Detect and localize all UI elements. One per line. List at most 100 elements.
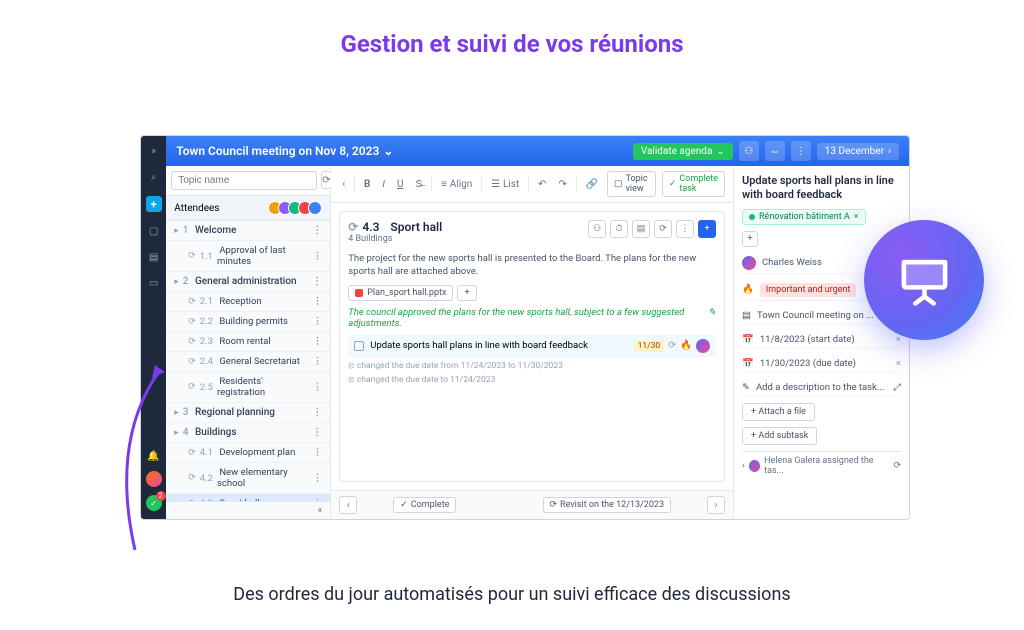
task-row[interactable]: Update sports hall plans in line with bo… (348, 335, 716, 357)
complete-button[interactable]: ✓ Complete (393, 497, 456, 513)
clock-icon: ⦻ (348, 361, 354, 371)
topic-title: ⟳ 4.3 Sport hall (348, 220, 442, 234)
prev-topic-button[interactable]: ‹ (339, 496, 357, 514)
close-icon[interactable]: × (896, 358, 901, 369)
pencil-icon: ✎ (742, 382, 750, 393)
add-attachment-button[interactable]: + (457, 285, 476, 301)
attendees-label: Attendees (174, 203, 219, 214)
content-row: ⟳ + Attendees ▸ 1 Welcome⋮⟳ 1.1 Approval… (166, 166, 909, 519)
complete-task-button[interactable]: ✓ Complete task (662, 171, 725, 197)
timer-icon[interactable]: ⏱ (610, 220, 628, 238)
agenda-item[interactable]: ▸ 4 Buildings⋮ (166, 423, 330, 443)
topic-name-input[interactable] (171, 171, 317, 190)
avatar-icon (742, 256, 756, 270)
refresh-icon[interactable]: ⟳ (321, 171, 331, 189)
more-icon[interactable]: ⋮ (791, 141, 811, 161)
add-icon[interactable]: + (146, 196, 162, 212)
agenda-item[interactable]: ⟳ 2.1 Reception⋮ (166, 292, 330, 312)
topic-pane: ‹ B I U S̶ ≡ Align ☰ List ↶ ↷ 🔗 (331, 166, 734, 519)
underline-icon[interactable]: U (394, 177, 406, 192)
chevron-right-icon[interactable]: › (742, 461, 745, 471)
edit-icon[interactable]: ✎ (708, 307, 716, 329)
add-subtask-button[interactable]: + Add subtask (742, 427, 817, 445)
user-icon[interactable]: ⚇ (588, 220, 606, 238)
collapse-sidebar-button[interactable]: « (166, 501, 330, 519)
checkbox-icon[interactable] (354, 341, 364, 351)
editor-toolbar: ‹ B I U S̶ ≡ Align ☰ List ↶ ↷ 🔗 (331, 166, 733, 203)
strike-icon[interactable]: S̶ (413, 177, 426, 192)
refresh-icon[interactable]: ⟳ (893, 461, 901, 471)
more-icon[interactable]: ⋮ (313, 447, 323, 458)
more-icon[interactable]: ⋮ (313, 356, 323, 367)
agenda-item[interactable]: ⟳ 1.1 Approval of last minutes⋮ (166, 241, 330, 272)
approval-note: The council approved the plans for the n… (348, 307, 716, 329)
attachment-chip[interactable]: Plan_sport hall.pptx (348, 285, 453, 301)
menu-icon[interactable]: » (147, 144, 161, 158)
topic-breadcrumb[interactable]: 4 Buildings (348, 234, 442, 244)
agenda-item[interactable]: ⟳ 2.2 Building permits⋮ (166, 312, 330, 332)
more-icon[interactable]: ⋮ (312, 225, 322, 236)
doc-icon[interactable]: ▭ (147, 276, 161, 290)
align-button[interactable]: ≡ Align (438, 177, 475, 192)
date-nav-button[interactable]: 13 December› (817, 143, 899, 160)
add-button[interactable]: + (698, 220, 716, 238)
agenda-item[interactable]: ⟳ 2.4 General Secretariat⋮ (166, 352, 330, 372)
assignee-avatar-icon (696, 339, 710, 353)
agenda-item[interactable]: ⟳ 2.3 Room rental⋮ (166, 332, 330, 352)
start-date-row[interactable]: 📅11/8/2023 (start date)× (742, 331, 901, 349)
changelog-entry: ⦻changed the due date to 11/24/2023 (348, 375, 716, 385)
flame-icon: 🔥 (680, 340, 692, 351)
agenda-item[interactable]: ▸ 2 General administration⋮ (166, 272, 330, 292)
validate-agenda-button[interactable]: Validate agenda⌄ (633, 143, 733, 160)
calendar-icon[interactable]: ▤ (147, 250, 161, 264)
due-date-row[interactable]: 📅11/30/2023 (due date)× (742, 355, 901, 373)
bold-icon[interactable]: B (361, 177, 373, 192)
avatar-icon (308, 201, 322, 215)
activity-row: › Helena Galera assigned the tas... ⟳ (742, 451, 901, 476)
archive-icon[interactable]: ▤ (632, 220, 650, 238)
revisit-button[interactable]: ⟳ Revisit on the 12/13/2023 (543, 497, 672, 513)
attendees-row[interactable]: Attendees (166, 196, 330, 221)
more-icon[interactable]: ⋮ (313, 251, 323, 262)
search-icon[interactable]: ⌕ (147, 170, 161, 184)
link-icon[interactable]: 🔗 (583, 177, 601, 192)
more-icon[interactable]: ⋮ (313, 316, 323, 327)
more-icon[interactable]: ⋮ (313, 296, 323, 307)
redo-icon[interactable]: ↷ (555, 177, 569, 192)
repeat-icon: ⟳ (668, 340, 676, 351)
add-tag-button[interactable]: + (742, 231, 758, 247)
more-icon[interactable]: ⋮ (313, 382, 323, 393)
agenda-item[interactable]: ▸ 3 Regional planning⋮ (166, 403, 330, 423)
agenda-item[interactable]: ⟳ 4.3 Sport hall⋮ (166, 494, 330, 501)
topic-body[interactable]: The project for the new sports hall is p… (348, 252, 716, 279)
calendar-icon: 📅 (742, 358, 754, 369)
more-icon[interactable]: ⋮ (313, 473, 323, 484)
users-icon[interactable]: ⚇ (739, 141, 759, 161)
undo-icon[interactable]: ↶ (535, 177, 549, 192)
flame-icon: 🔥 (742, 284, 754, 295)
next-topic-button[interactable]: › (707, 496, 725, 514)
project-tag[interactable]: Rénovation bâtiment A× (742, 209, 866, 225)
more-icon[interactable]: ⋮ (312, 407, 322, 418)
share-icon[interactable]: ⇔ (765, 141, 785, 161)
more-icon[interactable]: ⋮ (676, 220, 694, 238)
description-row[interactable]: ✎Add a description to the task...⤢ (742, 379, 901, 397)
folder-icon[interactable]: ▢ (147, 224, 161, 238)
more-icon[interactable]: ⋮ (312, 276, 322, 287)
more-icon[interactable]: ⋮ (313, 336, 323, 347)
nav-prev-icon[interactable]: ‹ (339, 177, 348, 192)
expand-icon[interactable]: ⤢ (893, 382, 901, 393)
topic-footer: ‹ ✓ Complete ⟳ Revisit on the 12/13/2023… (331, 490, 733, 519)
list-button[interactable]: ☰ List (488, 177, 522, 192)
agenda-item[interactable]: ⟳ 4.1 Development plan⋮ (166, 443, 330, 463)
more-icon[interactable]: ⋮ (312, 427, 322, 438)
agenda-tree: ▸ 1 Welcome⋮⟳ 1.1 Approval of last minut… (166, 221, 330, 501)
attach-file-button[interactable]: + Attach a file (742, 403, 815, 421)
agenda-item[interactable]: ⟳ 4.2 New elementary school⋮ (166, 463, 330, 494)
meeting-title[interactable]: Town Council meeting on Nov 8, 2023⌄ (176, 144, 393, 158)
refresh-icon[interactable]: ⟳ (654, 220, 672, 238)
agenda-item[interactable]: ⟳ 2.5 Residents' registration⋮ (166, 372, 330, 403)
italic-icon[interactable]: I (379, 177, 388, 192)
topic-view-button[interactable]: ▢ Topic view (607, 171, 656, 197)
agenda-item[interactable]: ▸ 1 Welcome⋮ (166, 221, 330, 241)
